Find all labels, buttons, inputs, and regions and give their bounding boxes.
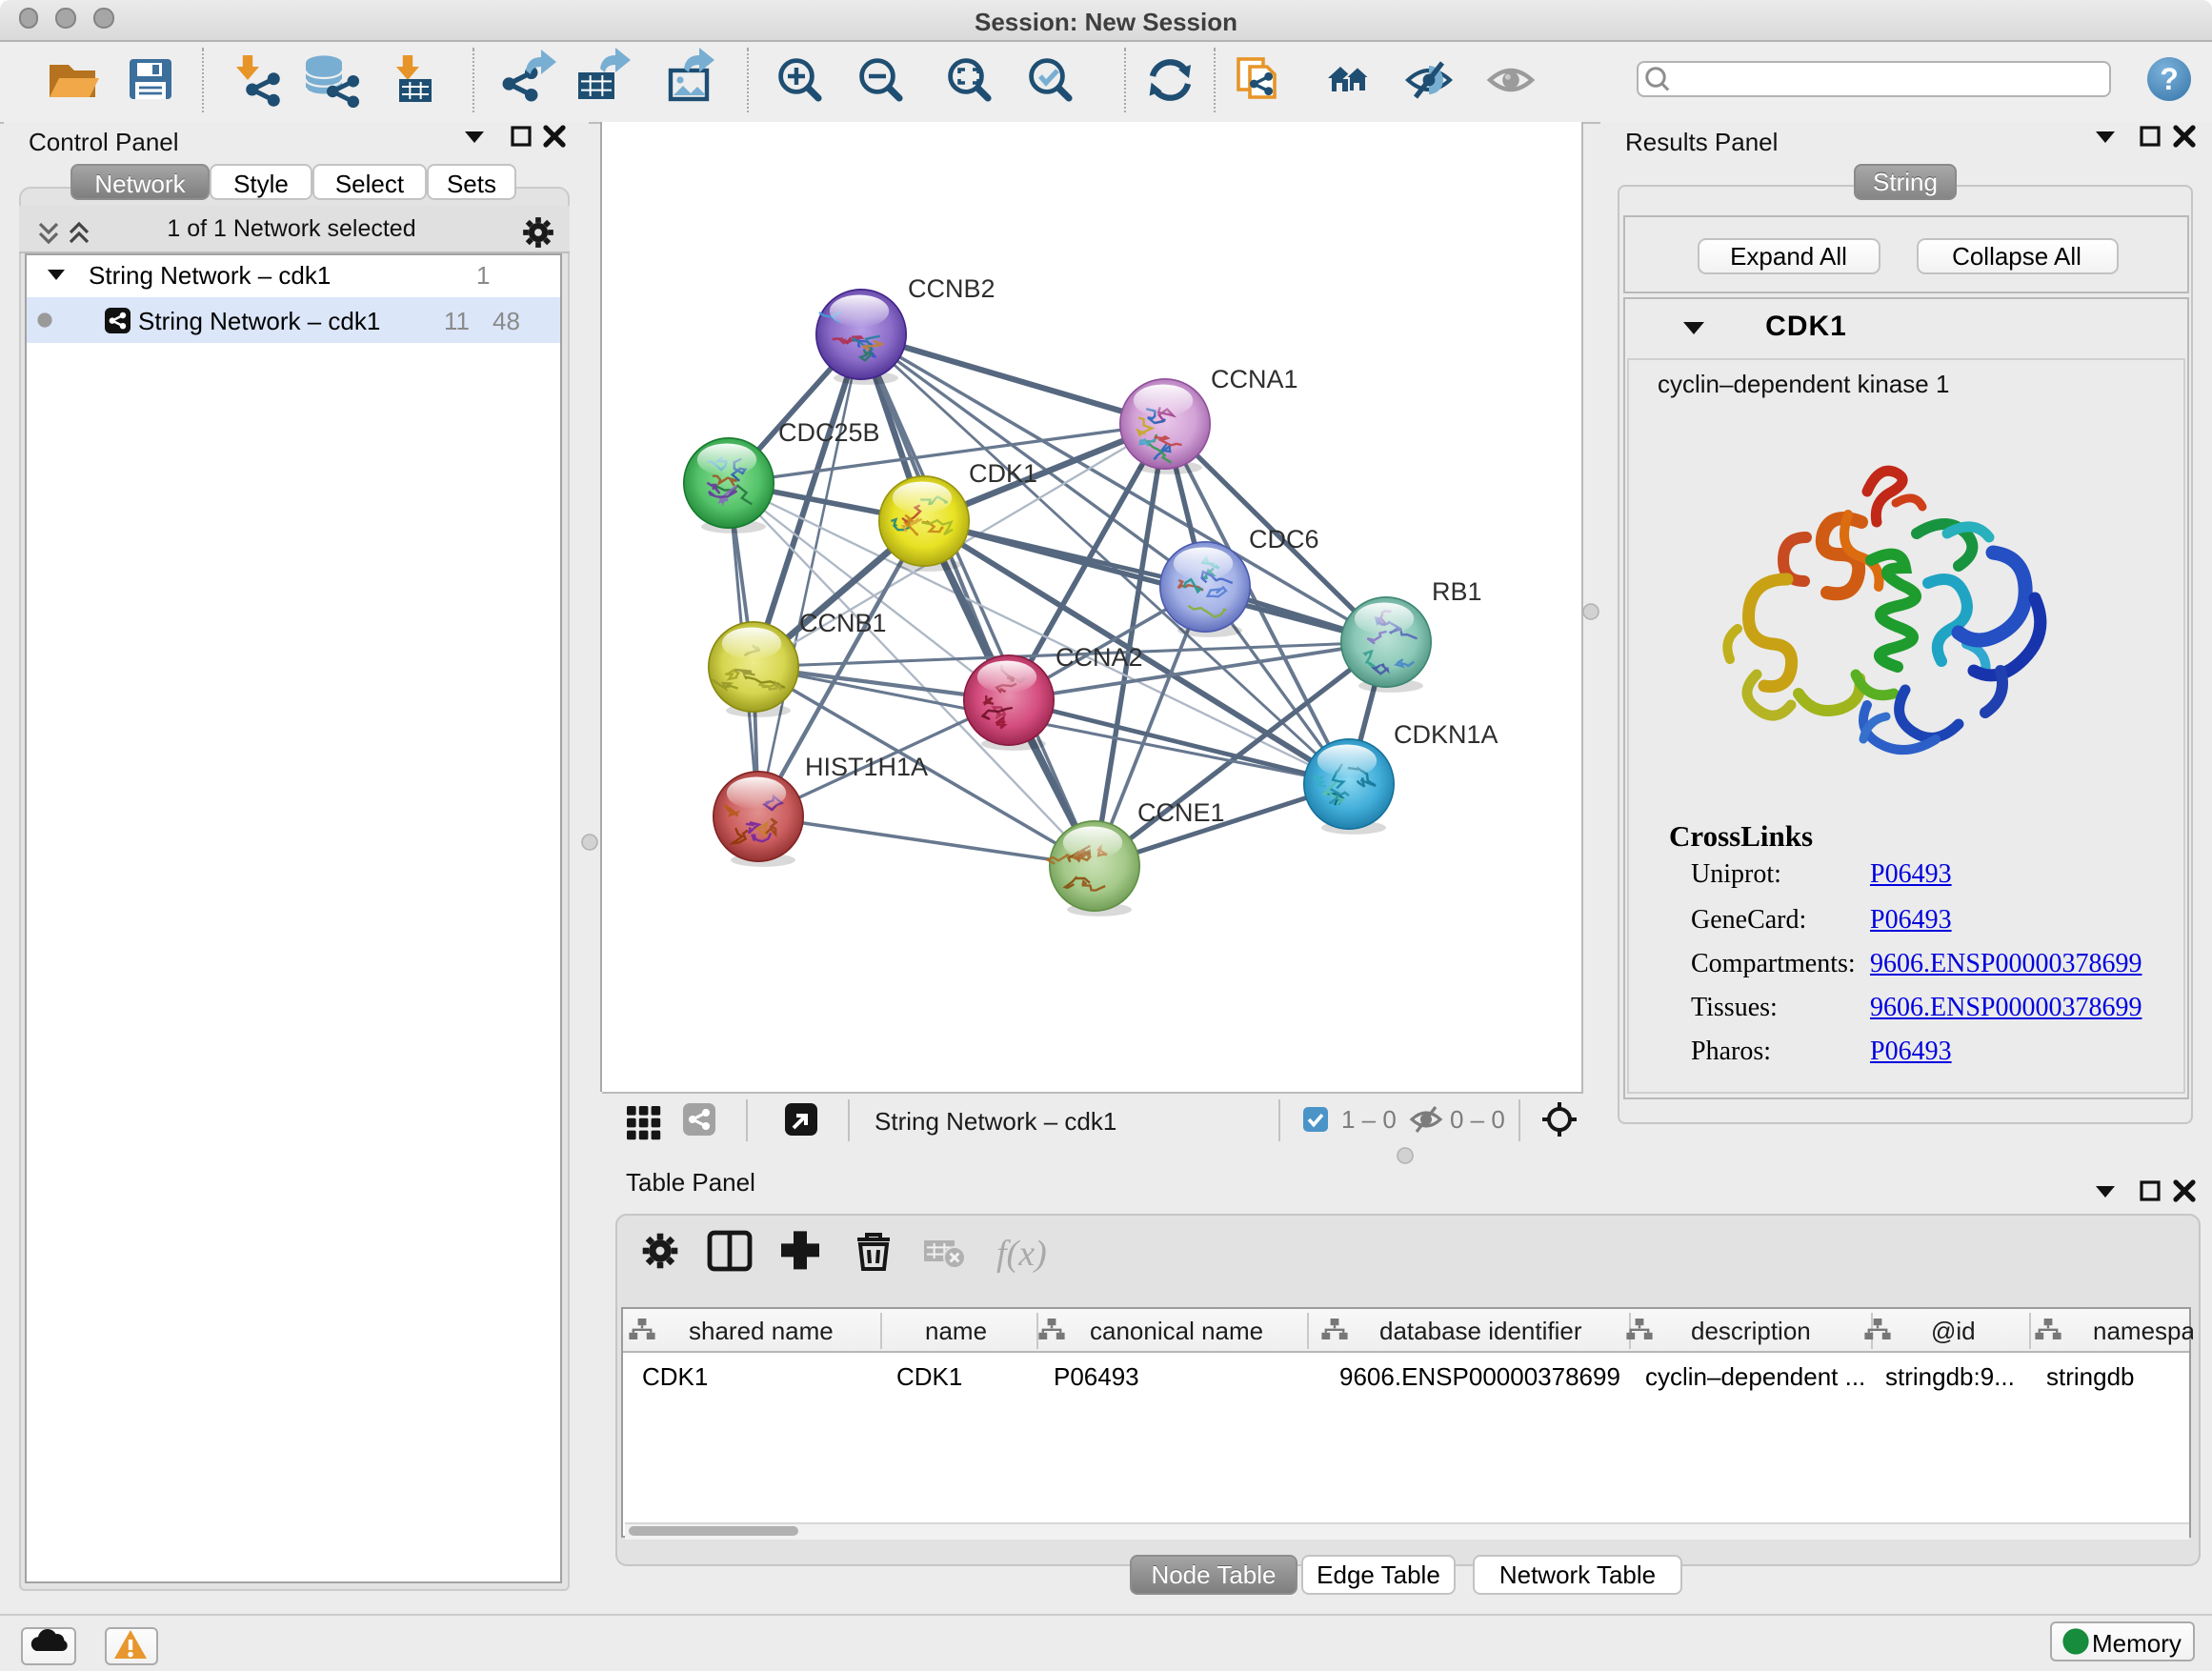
- svg-text:1 – 0: 1 – 0: [1341, 1105, 1397, 1134]
- svg-text:?: ?: [2160, 62, 2179, 96]
- svg-text:f(x): f(x): [996, 1234, 1047, 1274]
- svg-text:0 – 0: 0 – 0: [1450, 1105, 1505, 1134]
